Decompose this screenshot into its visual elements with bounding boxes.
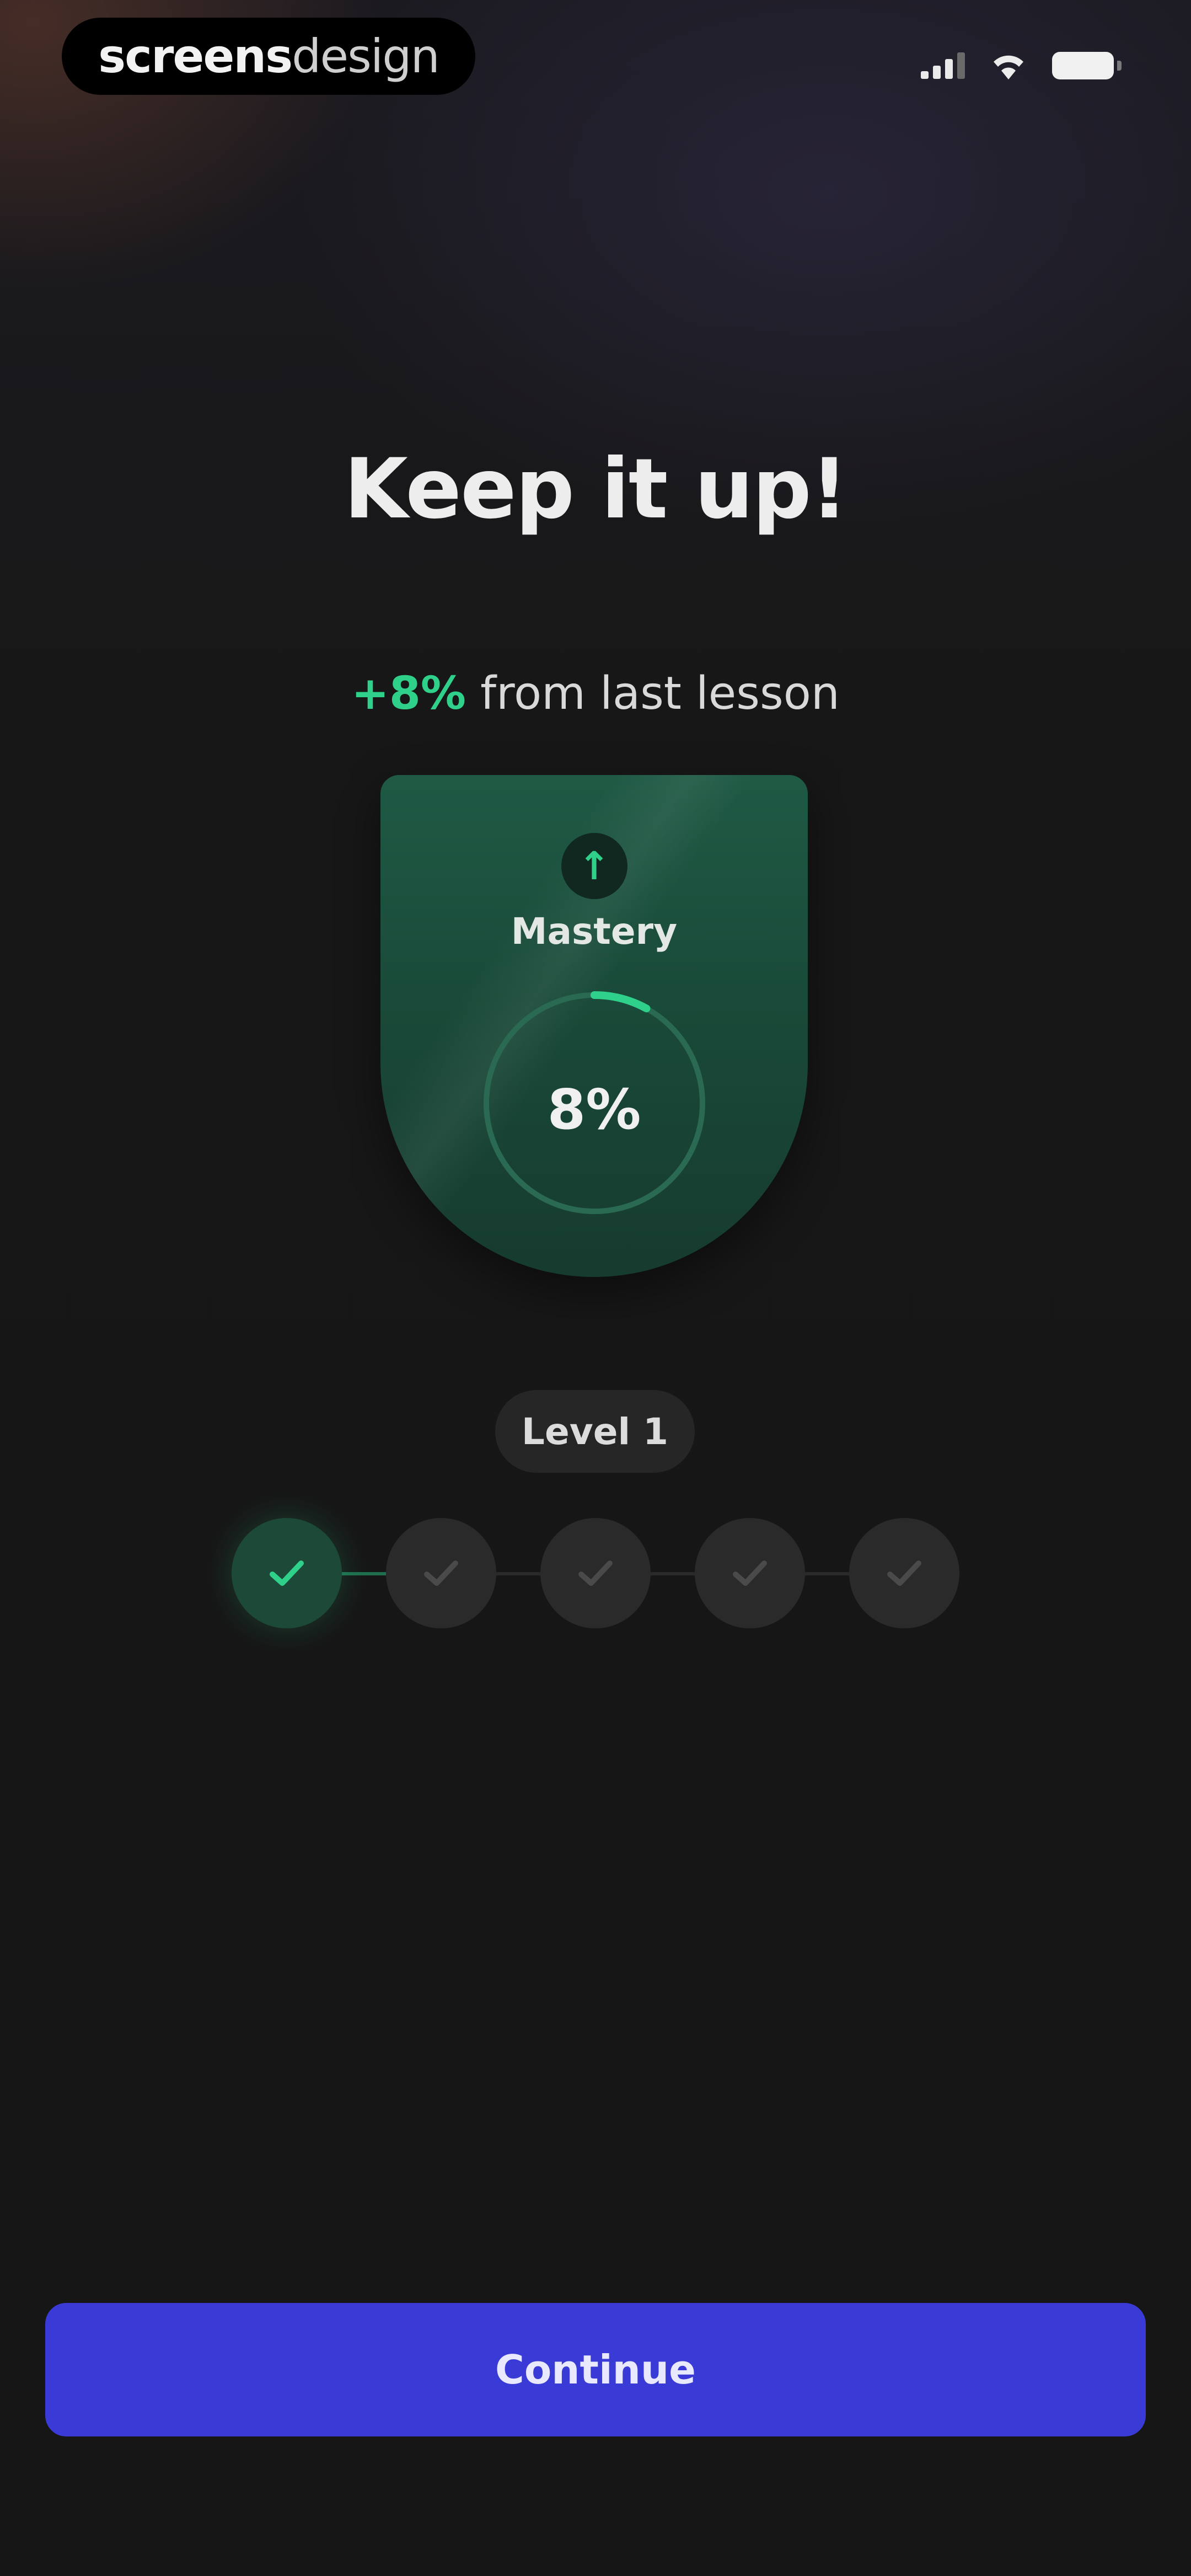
level-step (849, 1518, 959, 1628)
progress-subtitle: +8% from last lesson (0, 667, 1191, 720)
step-connector (342, 1572, 386, 1575)
level-step (540, 1518, 651, 1628)
step-connector (805, 1572, 849, 1575)
gain-suffix: from last lesson (466, 667, 840, 720)
arrow-up-icon: ↑ (561, 833, 627, 899)
mastery-value: 8% (547, 1077, 641, 1142)
status-icons (921, 51, 1122, 81)
checkmark-icon (270, 1560, 304, 1586)
level-badge: Level 1 (495, 1390, 695, 1473)
checkmark-icon (887, 1560, 921, 1586)
watermark-bold-text: screens (98, 29, 293, 83)
gain-value: +8% (351, 667, 466, 720)
level-steps (232, 1518, 959, 1628)
continue-button[interactable]: Continue (45, 2303, 1146, 2436)
level-step (386, 1518, 496, 1628)
step-connector (651, 1572, 695, 1575)
mastery-card: ↑ Mastery 8% (380, 775, 808, 1277)
cellular-signal-icon (921, 52, 965, 79)
level-step (695, 1518, 805, 1628)
battery-icon (1052, 52, 1122, 79)
screen: screens design Keep it up! +8% from last … (0, 0, 1191, 2576)
checkmark-icon (578, 1560, 613, 1586)
watermark-logo: screens design (62, 18, 475, 95)
level-step (232, 1518, 342, 1628)
checkmark-icon (733, 1560, 767, 1586)
wifi-icon (994, 55, 1023, 79)
watermark-light-text: design (292, 29, 440, 83)
step-connector (496, 1572, 540, 1575)
checkmark-icon (424, 1560, 458, 1586)
mastery-label: Mastery (511, 910, 678, 953)
page-title: Keep it up! (344, 441, 849, 537)
